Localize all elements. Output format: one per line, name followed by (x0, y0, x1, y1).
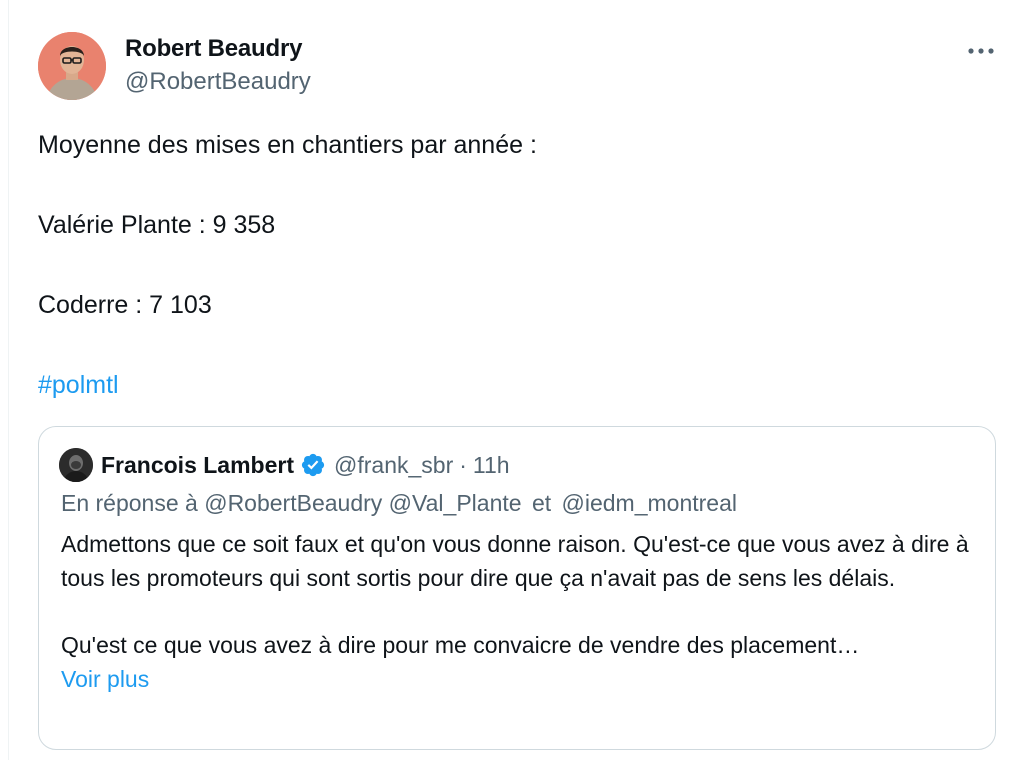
author-avatar-image (38, 32, 106, 100)
author-names: Robert Beaudry @RobertBeaudry (125, 34, 311, 98)
hashtag-link[interactable]: #polmtl (38, 371, 119, 399)
quoted-author-avatar[interactable] (59, 448, 93, 482)
post-line-3: Coderre : 7 103 (38, 291, 212, 319)
post-header: Robert Beaudry @RobertBeaudry (38, 32, 998, 102)
more-horizontal-icon (968, 48, 994, 54)
reply-mention-last[interactable]: @iedm_montreal (562, 490, 737, 516)
post-text: Moyenne des mises en chantiers par année… (38, 126, 978, 404)
author-avatar[interactable] (38, 32, 106, 100)
show-more-link[interactable]: Voir plus (61, 663, 976, 697)
verified-badge-icon (300, 452, 326, 478)
reply-context: En réponse à @RobertBeaudry @Val_Plante … (61, 487, 737, 519)
quoted-post-time[interactable]: 11h (473, 452, 510, 479)
timeline-divider (8, 0, 9, 760)
quoted-post[interactable]: Francois Lambert @frank_sbr · 11h En rép… (38, 426, 996, 750)
quoted-post-header: Francois Lambert @frank_sbr · 11h (59, 447, 510, 483)
reply-mentions[interactable]: @RobertBeaudry @Val_Plante (204, 490, 521, 516)
quoted-paragraph-1: Admettons que ce soit faux et qu'on vous… (61, 531, 969, 591)
quoted-paragraph-2: Qu'est ce que vous avez à dire pour me c… (61, 632, 860, 658)
meta-separator: · (459, 451, 467, 478)
quoted-author-handle[interactable]: @frank_sbr (334, 452, 453, 479)
post-line-2: Valérie Plante : 9 358 (38, 211, 276, 239)
quoted-author-avatar-image (59, 448, 93, 482)
author-display-name[interactable]: Robert Beaudry (125, 34, 311, 64)
more-options-button[interactable] (964, 36, 998, 66)
reply-prefix: En réponse à (61, 490, 198, 516)
quoted-author-name[interactable]: Francois Lambert (101, 452, 294, 479)
quoted-post-text: Admettons que ce soit faux et qu'on vous… (61, 528, 976, 696)
author-handle[interactable]: @RobertBeaudry (125, 66, 311, 98)
post-line-1: Moyenne des mises en chantiers par année… (38, 131, 537, 159)
reply-and: et (531, 490, 552, 516)
